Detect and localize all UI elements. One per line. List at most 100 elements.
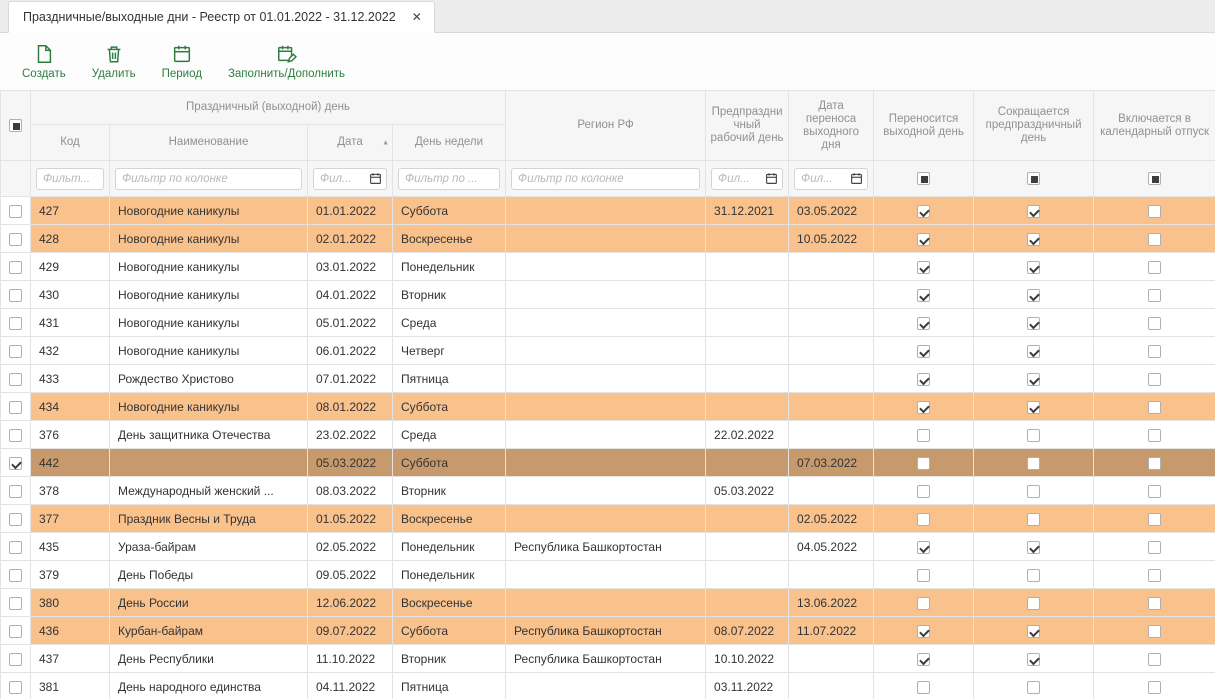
filter-transfer-input[interactable]: [795, 169, 850, 189]
cell-code[interactable]: 380: [31, 589, 110, 617]
table-row[interactable]: 376 День защитника Отечества 23.02.2022 …: [1, 421, 1215, 449]
period-button[interactable]: Период: [162, 43, 202, 80]
vacation-checkbox[interactable]: [1148, 261, 1161, 274]
vacation-checkbox[interactable]: [1148, 653, 1161, 666]
row-select-checkbox[interactable]: [9, 625, 22, 638]
cell-region[interactable]: [506, 477, 706, 505]
cell-region[interactable]: [506, 449, 706, 477]
cell-preholiday[interactable]: 03.11.2022: [706, 673, 789, 699]
cell-weekday[interactable]: Среда: [393, 421, 506, 449]
table-row[interactable]: 436 Курбан-байрам 09.07.2022 Суббота Рес…: [1, 617, 1215, 645]
transferred-checkbox[interactable]: [917, 513, 930, 526]
transferred-checkbox[interactable]: [917, 345, 930, 358]
cell-region[interactable]: Республика Башкортостан: [506, 617, 706, 645]
cell-date[interactable]: 03.01.2022: [308, 253, 393, 281]
cell-transfer-date[interactable]: 03.05.2022: [789, 197, 874, 225]
shortened-checkbox[interactable]: [1027, 317, 1040, 330]
row-select-checkbox[interactable]: [9, 681, 22, 694]
cell-transfer-date[interactable]: [789, 561, 874, 589]
cell-code[interactable]: 431: [31, 309, 110, 337]
row-select-checkbox[interactable]: [9, 205, 22, 218]
cell-name[interactable]: Международный женский ...: [110, 477, 308, 505]
cell-weekday[interactable]: Пятница: [393, 673, 506, 699]
filter-transferred-checkbox[interactable]: [917, 172, 930, 185]
cell-weekday[interactable]: Суббота: [393, 393, 506, 421]
cell-date[interactable]: 05.01.2022: [308, 309, 393, 337]
cell-region[interactable]: [506, 561, 706, 589]
cell-name[interactable]: Новогодние каникулы: [110, 281, 308, 309]
cell-region[interactable]: [506, 673, 706, 699]
cell-code[interactable]: 437: [31, 645, 110, 673]
cell-name[interactable]: Курбан-байрам: [110, 617, 308, 645]
cell-date[interactable]: 08.03.2022: [308, 477, 393, 505]
calendar-picker-icon[interactable]: [850, 172, 863, 185]
shortened-checkbox[interactable]: [1027, 289, 1040, 302]
cell-code[interactable]: 381: [31, 673, 110, 699]
cell-preholiday[interactable]: [706, 505, 789, 533]
shortened-checkbox[interactable]: [1027, 653, 1040, 666]
vacation-checkbox[interactable]: [1148, 317, 1161, 330]
cell-date[interactable]: 12.06.2022: [308, 589, 393, 617]
cell-transfer-date[interactable]: 07.03.2022: [789, 449, 874, 477]
cell-date[interactable]: 02.05.2022: [308, 533, 393, 561]
cell-code[interactable]: 428: [31, 225, 110, 253]
transferred-checkbox[interactable]: [917, 457, 930, 470]
shortened-checkbox[interactable]: [1027, 681, 1040, 694]
vacation-checkbox[interactable]: [1148, 205, 1161, 218]
transferred-checkbox[interactable]: [917, 681, 930, 694]
cell-transfer-date[interactable]: [789, 393, 874, 421]
cell-preholiday[interactable]: [706, 225, 789, 253]
transferred-checkbox[interactable]: [917, 429, 930, 442]
cell-region[interactable]: [506, 309, 706, 337]
row-select-checkbox[interactable]: [9, 429, 22, 442]
cell-date[interactable]: 11.10.2022: [308, 645, 393, 673]
cell-region[interactable]: [506, 421, 706, 449]
tab-holidays-register[interactable]: Праздничные/выходные дни - Реестр от 01.…: [8, 1, 435, 33]
row-select-checkbox[interactable]: [9, 401, 22, 414]
cell-weekday[interactable]: Понедельник: [393, 533, 506, 561]
cell-region[interactable]: [506, 393, 706, 421]
cell-name[interactable]: День народного единства: [110, 673, 308, 699]
cell-preholiday[interactable]: [706, 281, 789, 309]
vacation-checkbox[interactable]: [1148, 429, 1161, 442]
transferred-checkbox[interactable]: [917, 261, 930, 274]
cell-region[interactable]: [506, 589, 706, 617]
cell-transfer-date[interactable]: [789, 673, 874, 699]
cell-region[interactable]: Республика Башкортостан: [506, 533, 706, 561]
cell-date[interactable]: 04.01.2022: [308, 281, 393, 309]
column-header-transfer-date[interactable]: Дата переноса выходного дня: [789, 91, 874, 161]
cell-code[interactable]: 377: [31, 505, 110, 533]
cell-name[interactable]: Новогодние каникулы: [110, 309, 308, 337]
cell-preholiday[interactable]: [706, 533, 789, 561]
cell-region[interactable]: [506, 281, 706, 309]
cell-preholiday[interactable]: [706, 449, 789, 477]
cell-date[interactable]: 09.05.2022: [308, 561, 393, 589]
cell-code[interactable]: 379: [31, 561, 110, 589]
cell-code[interactable]: 434: [31, 393, 110, 421]
cell-code[interactable]: 429: [31, 253, 110, 281]
cell-transfer-date[interactable]: 11.07.2022: [789, 617, 874, 645]
shortened-checkbox[interactable]: [1027, 373, 1040, 386]
cell-code[interactable]: 430: [31, 281, 110, 309]
row-select-checkbox[interactable]: [9, 569, 22, 582]
transferred-checkbox[interactable]: [917, 289, 930, 302]
column-header-shortened[interactable]: Сокращается предпраздничный день: [974, 91, 1094, 161]
cell-code[interactable]: 435: [31, 533, 110, 561]
vacation-checkbox[interactable]: [1148, 401, 1161, 414]
shortened-checkbox[interactable]: [1027, 485, 1040, 498]
vacation-checkbox[interactable]: [1148, 233, 1161, 246]
column-header-region[interactable]: Регион РФ: [506, 91, 706, 161]
delete-button[interactable]: Удалить: [92, 43, 136, 80]
cell-transfer-date[interactable]: [789, 337, 874, 365]
cell-weekday[interactable]: Среда: [393, 309, 506, 337]
filter-date-input[interactable]: [314, 169, 369, 189]
row-select-checkbox[interactable]: [9, 653, 22, 666]
cell-region[interactable]: [506, 225, 706, 253]
transferred-checkbox[interactable]: [917, 317, 930, 330]
shortened-checkbox[interactable]: [1027, 513, 1040, 526]
row-select-checkbox[interactable]: [9, 373, 22, 386]
cell-code[interactable]: 433: [31, 365, 110, 393]
cell-weekday[interactable]: Вторник: [393, 281, 506, 309]
row-select-checkbox[interactable]: [9, 289, 22, 302]
cell-preholiday[interactable]: 08.07.2022: [706, 617, 789, 645]
